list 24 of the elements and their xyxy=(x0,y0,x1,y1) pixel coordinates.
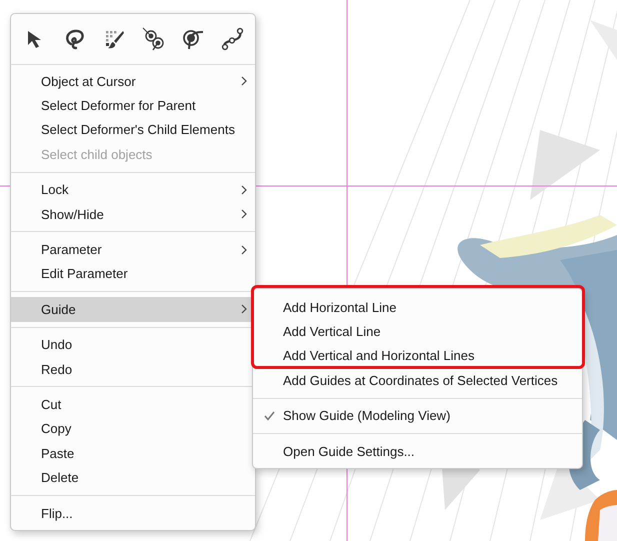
curve-path-icon xyxy=(220,27,245,51)
menu-item[interactable]: Delete xyxy=(11,465,255,490)
menu-item[interactable]: Open Guide Settings... xyxy=(253,438,582,464)
menu-item[interactable]: Cut xyxy=(11,392,255,417)
menu-item[interactable]: Lock xyxy=(11,178,255,202)
menu-item[interactable]: Select Deformer's Child Elements xyxy=(11,118,255,142)
menu-item[interactable]: Object at Cursor xyxy=(11,69,255,94)
menu-item[interactable]: Redo xyxy=(11,356,255,382)
brush-icon xyxy=(103,28,126,50)
pin-icon xyxy=(181,27,206,51)
lasso-icon xyxy=(64,28,86,50)
menu-item[interactable]: Add Guides at Coordinates of Selected Vertices xyxy=(253,368,582,393)
menu-item[interactable]: Copy xyxy=(11,416,255,442)
menu-item[interactable]: Show Guide (Modeling View) xyxy=(253,404,582,428)
menu-item[interactable]: Add Vertical Line xyxy=(253,319,582,344)
menu-item[interactable]: Flip... xyxy=(11,500,255,526)
menu-item[interactable]: Parameter xyxy=(11,237,255,262)
menu-item[interactable]: Add Vertical and Horizontal Lines xyxy=(253,344,582,368)
menu-item[interactable]: Show/Hide xyxy=(11,202,255,226)
menu-item[interactable]: Select Deformer for Parent xyxy=(11,93,255,118)
menu-item[interactable]: Undo xyxy=(11,332,255,357)
menu-item[interactable]: Edit Parameter xyxy=(11,262,255,286)
menu-item[interactable]: Add Horizontal Line xyxy=(253,295,582,320)
menu-item[interactable]: Paste xyxy=(11,441,255,466)
